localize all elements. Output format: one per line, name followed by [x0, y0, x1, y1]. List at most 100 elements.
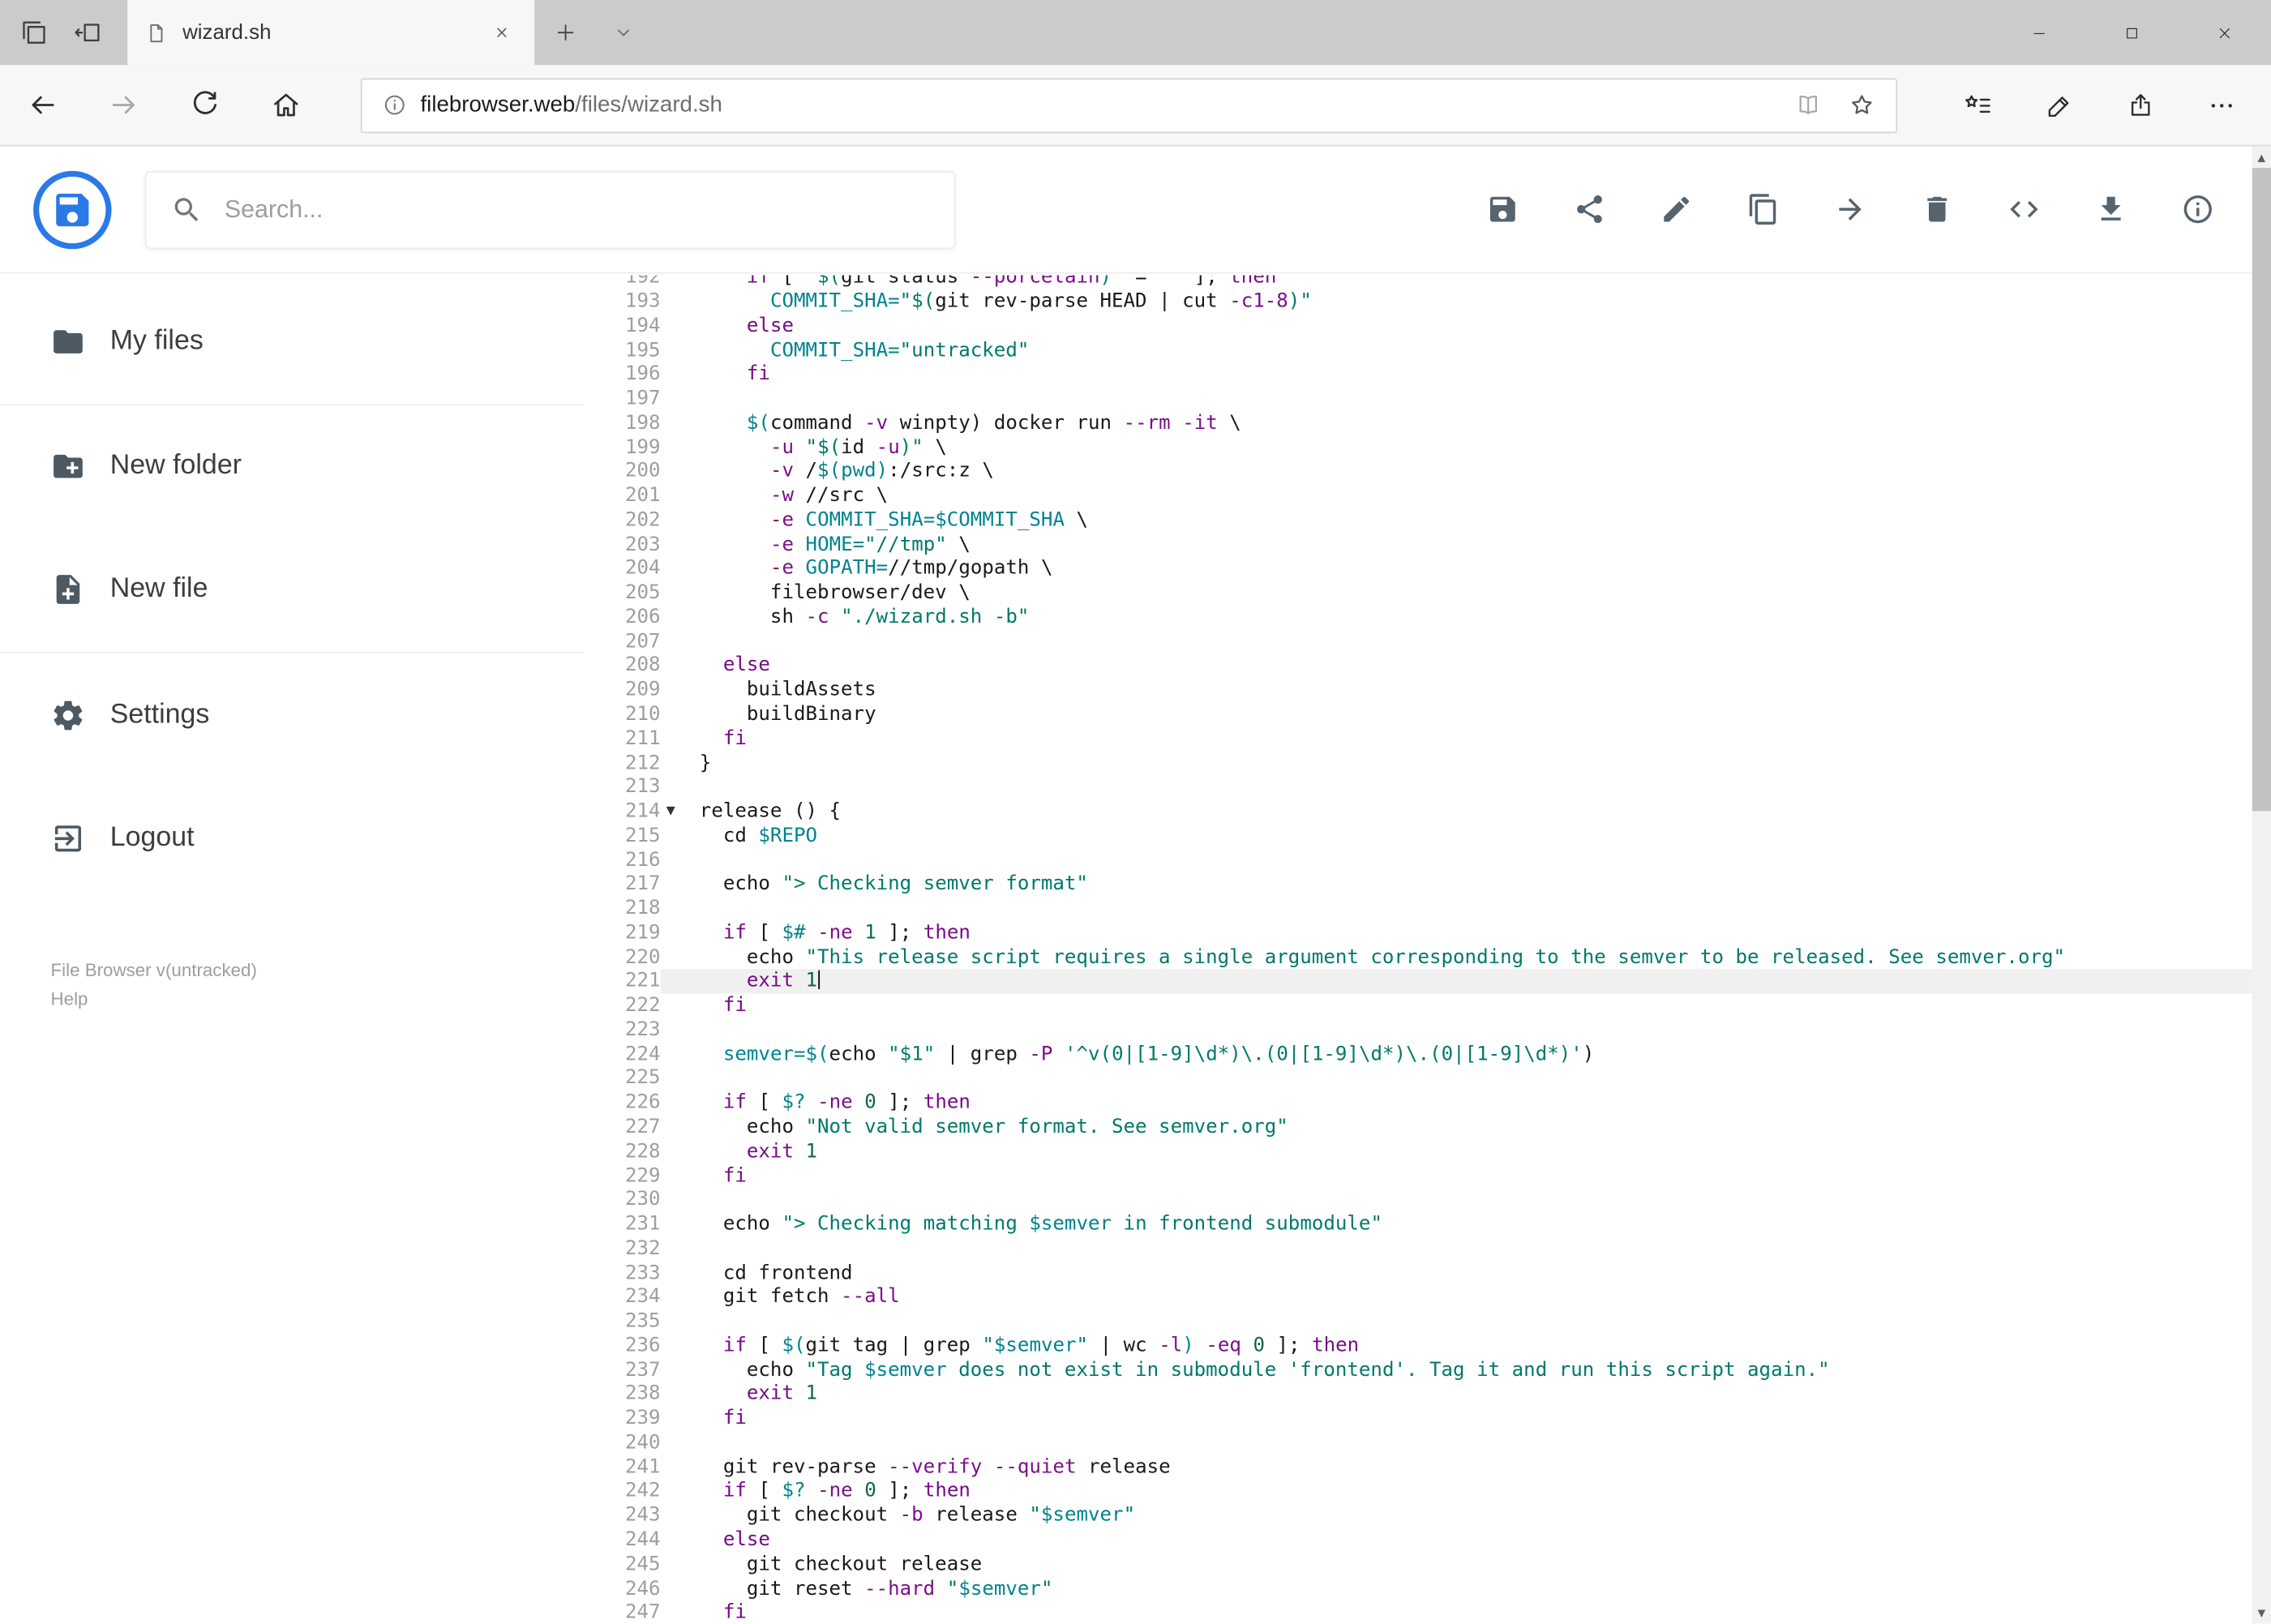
- download-button[interactable]: [2080, 179, 2140, 240]
- code-line-236[interactable]: 236 if [ $(git tag | grep "$semver" | wc…: [584, 1334, 2252, 1358]
- code-line-213[interactable]: 213: [584, 775, 2252, 799]
- code-line-212[interactable]: 212}: [584, 751, 2252, 775]
- code-line-214[interactable]: 214 ▼ release () {: [584, 799, 2252, 824]
- scroll-down-arrow-icon[interactable]: ▼: [2252, 1602, 2271, 1624]
- code-line-202[interactable]: 202 -e COMMIT_SHA=$COMMIT_SHA \: [584, 508, 2252, 533]
- save-button[interactable]: [1472, 179, 1532, 240]
- more-button[interactable]: [2190, 73, 2254, 137]
- info-button[interactable]: [2166, 179, 2227, 240]
- code-line-243[interactable]: 243 git checkout -b release "$semver": [584, 1504, 2252, 1528]
- code-line-215[interactable]: 215 cd $REPO: [584, 824, 2252, 848]
- help-link[interactable]: Help: [51, 985, 257, 1014]
- code-line-219[interactable]: 219 if [ $# -ne 1 ]; then: [584, 921, 2252, 945]
- new-tab-button[interactable]: [534, 0, 595, 65]
- share-button[interactable]: [1558, 179, 1619, 240]
- back-button[interactable]: [11, 73, 75, 137]
- code-line-197[interactable]: 197: [584, 387, 2252, 411]
- tab-close-button[interactable]: [485, 17, 516, 49]
- sidebar-item-settings[interactable]: Settings: [0, 653, 584, 777]
- code-line-221[interactable]: 221 exit 1: [584, 969, 2252, 994]
- code-line-216[interactable]: 216: [584, 848, 2252, 872]
- code-editor[interactable]: 192 if [ "$(git status --porcelain)" = "…: [584, 275, 2252, 1624]
- refresh-button[interactable]: [174, 73, 237, 137]
- code-line-225[interactable]: 225: [584, 1067, 2252, 1091]
- scrollbar-thumb[interactable]: [2252, 168, 2271, 812]
- sidebar-item-my-files[interactable]: My files: [0, 281, 584, 405]
- code-line-205[interactable]: 205 filebrowser/dev \: [584, 581, 2252, 606]
- fold-arrow-icon[interactable]: ▼: [666, 804, 675, 819]
- code-line-217[interactable]: 217 echo "> Checking semver format": [584, 872, 2252, 897]
- tabs-you-set-aside-button[interactable]: [7, 0, 61, 65]
- code-line-240[interactable]: 240: [584, 1431, 2252, 1455]
- reading-view-icon[interactable]: [1794, 92, 1822, 119]
- search-box[interactable]: [144, 169, 956, 249]
- code-line-192[interactable]: 192 if [ "$(git status --porcelain)" = "…: [584, 275, 2252, 289]
- code-line-226[interactable]: 226 if [ $? -ne 0 ]; then: [584, 1091, 2252, 1116]
- code-line-210[interactable]: 210 buildBinary: [584, 702, 2252, 726]
- code-line-229[interactable]: 229 fi: [584, 1163, 2252, 1188]
- code-line-194[interactable]: 194 else: [584, 314, 2252, 338]
- code-line-241[interactable]: 241 git rev-parse --verify --quiet relea…: [584, 1455, 2252, 1480]
- code-line-232[interactable]: 232: [584, 1236, 2252, 1261]
- code-line-199[interactable]: 199 -u "$(id -u)" \: [584, 435, 2252, 460]
- code-line-224[interactable]: 224 semver=$(echo "$1" | grep -P '^v(0|[…: [584, 1043, 2252, 1067]
- window-minimize-button[interactable]: [1993, 0, 2085, 65]
- scroll-up-arrow-icon[interactable]: ▲: [2252, 146, 2271, 168]
- search-input[interactable]: [224, 195, 930, 224]
- favorite-star-icon[interactable]: [1848, 92, 1875, 119]
- hub-button[interactable]: [1947, 73, 2011, 137]
- fold-gutter[interactable]: ▼: [661, 799, 700, 824]
- sidebar-item-logout[interactable]: Logout: [0, 777, 584, 901]
- code-line-244[interactable]: 244 else: [584, 1528, 2252, 1553]
- forward-button[interactable]: [92, 73, 156, 137]
- code-line-220[interactable]: 220 echo "This release script requires a…: [584, 945, 2252, 970]
- code-line-206[interactable]: 206 sh -c "./wizard.sh -b": [584, 606, 2252, 630]
- set-tabs-aside-button[interactable]: [61, 0, 114, 65]
- code-line-203[interactable]: 203 -e HOME="//tmp" \: [584, 533, 2252, 557]
- raw-button[interactable]: [1993, 179, 2054, 240]
- share-button[interactable]: [2109, 73, 2173, 137]
- code-line-207[interactable]: 207: [584, 630, 2252, 654]
- code-line-228[interactable]: 228 exit 1: [584, 1139, 2252, 1163]
- filebrowser-logo[interactable]: [33, 169, 112, 249]
- code-line-218[interactable]: 218: [584, 897, 2252, 921]
- code-line-195[interactable]: 195 COMMIT_SHA="untracked": [584, 338, 2252, 362]
- delete-button[interactable]: [1906, 179, 1967, 240]
- copy-button[interactable]: [1732, 179, 1793, 240]
- site-info-icon[interactable]: [383, 92, 407, 117]
- code-line-198[interactable]: 198 $(command -v winpty) docker run --rm…: [584, 411, 2252, 435]
- rename-button[interactable]: [1645, 179, 1706, 240]
- code-line-237[interactable]: 237 echo "Tag $semver does not exist in …: [584, 1358, 2252, 1382]
- code-line-204[interactable]: 204 -e GOPATH=//tmp/gopath \: [584, 557, 2252, 581]
- code-line-209[interactable]: 209 buildAssets: [584, 678, 2252, 702]
- move-button[interactable]: [1819, 179, 1880, 240]
- address-bar[interactable]: filebrowser.web/files/wizard.sh: [361, 77, 1898, 133]
- home-button[interactable]: [254, 73, 317, 137]
- code-line-211[interactable]: 211 fi: [584, 726, 2252, 751]
- code-line-247[interactable]: 247 fi: [584, 1600, 2252, 1623]
- page-scrollbar[interactable]: ▲ ▼: [2252, 146, 2271, 1624]
- code-line-193[interactable]: 193 COMMIT_SHA="$(git rev-parse HEAD | c…: [584, 289, 2252, 314]
- code-line-222[interactable]: 222 fi: [584, 994, 2252, 1018]
- code-line-227[interactable]: 227 echo "Not valid semver format. See s…: [584, 1115, 2252, 1139]
- code-line-235[interactable]: 235: [584, 1309, 2252, 1334]
- tab-preview-toggle-button[interactable]: [595, 0, 650, 65]
- browser-tab[interactable]: wizard.sh: [127, 0, 535, 66]
- code-line-223[interactable]: 223: [584, 1018, 2252, 1043]
- code-line-200[interactable]: 200 -v /$(pwd):/src:z \: [584, 460, 2252, 484]
- code-line-233[interactable]: 233 cd frontend: [584, 1261, 2252, 1285]
- code-line-196[interactable]: 196 fi: [584, 362, 2252, 387]
- web-note-button[interactable]: [2028, 73, 2092, 137]
- code-line-201[interactable]: 201 -w //src \: [584, 484, 2252, 508]
- code-line-238[interactable]: 238 exit 1: [584, 1382, 2252, 1407]
- code-line-239[interactable]: 239 fi: [584, 1407, 2252, 1431]
- code-line-208[interactable]: 208 else: [584, 653, 2252, 678]
- code-line-245[interactable]: 245 git checkout release: [584, 1553, 2252, 1577]
- code-line-234[interactable]: 234 git fetch --all: [584, 1285, 2252, 1309]
- sidebar-item-new-file[interactable]: New file: [0, 529, 584, 653]
- code-line-242[interactable]: 242 if [ $? -ne 0 ]; then: [584, 1480, 2252, 1504]
- window-maximize-button[interactable]: [2085, 0, 2178, 65]
- sidebar-item-new-folder[interactable]: New folder: [0, 405, 584, 529]
- window-close-button[interactable]: [2179, 0, 2271, 65]
- code-line-246[interactable]: 246 git reset --hard "$semver": [584, 1577, 2252, 1601]
